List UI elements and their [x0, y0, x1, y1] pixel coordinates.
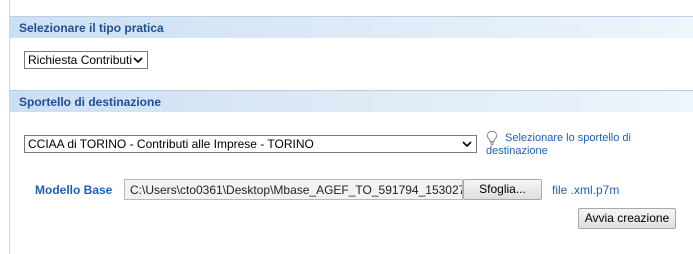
- tipo-pratica-value: Richiesta Contributi: [28, 53, 133, 67]
- sportello-select[interactable]: CCIAA di TORINO - Contributi alle Impres…: [24, 135, 477, 153]
- chevron-down-icon: [133, 57, 143, 64]
- sportello-value: CCIAA di TORINO - Contributi alle Impres…: [28, 137, 314, 151]
- sportello-hint-line2: destinazione: [486, 145, 548, 157]
- sportello-hint-line1: Selezionare lo sportello di: [505, 132, 631, 144]
- avvia-creazione-button[interactable]: Avvia creazione: [578, 208, 676, 229]
- modello-base-file-input[interactable]: C:\Users\cto0361\Desktop\Mbase_AGEF_TO_5…: [124, 179, 463, 200]
- file-path-value: C:\Users\cto0361\Desktop\Mbase_AGEF_TO_5…: [130, 183, 463, 197]
- section-title-sportello: Sportello di destinazione: [19, 95, 162, 109]
- browse-button[interactable]: Sfoglia...: [463, 179, 542, 200]
- lightbulb-icon: [486, 130, 498, 146]
- section-header-tipo-pratica: Selezionare il tipo pratica: [10, 16, 693, 38]
- section-header-sportello: Sportello di destinazione: [10, 90, 693, 112]
- tipo-pratica-select[interactable]: Richiesta Contributi: [24, 51, 148, 69]
- chevron-down-icon: [462, 141, 472, 148]
- modello-base-label: Modello Base: [35, 183, 113, 197]
- section-title-tipo-pratica: Selezionare il tipo pratica: [19, 21, 164, 35]
- file-extension-hint: file .xml.p7m: [552, 183, 620, 197]
